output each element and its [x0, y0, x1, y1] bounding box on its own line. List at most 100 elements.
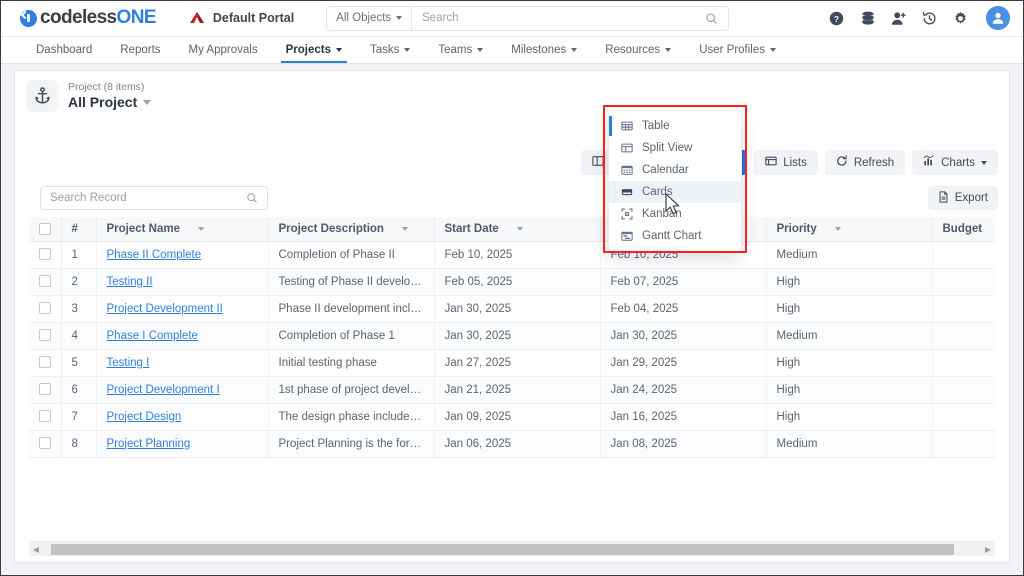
project-name-link[interactable]: Testing II: [107, 276, 153, 288]
menu-item-split-view[interactable]: Split View: [609, 137, 741, 159]
project-name-link[interactable]: Project Development II: [107, 303, 223, 315]
cell-project-name[interactable]: Phase I Complete: [96, 322, 269, 350]
project-name-link[interactable]: Project Design: [107, 411, 182, 423]
add-user-icon[interactable]: [890, 10, 907, 27]
search-input[interactable]: [412, 12, 706, 24]
table-row[interactable]: 1 Phase II Complete Completion of Phase …: [29, 241, 995, 269]
row-checkbox[interactable]: [38, 275, 51, 288]
search-icon[interactable]: [246, 192, 267, 204]
nav-item-resources[interactable]: Resources: [591, 37, 685, 63]
scroll-right-arrow-icon[interactable]: ▶: [981, 545, 995, 554]
nav-label: Resources: [605, 44, 661, 56]
scrollbar-thumb[interactable]: [51, 543, 954, 555]
global-search: All Objects: [326, 5, 730, 31]
project-name-link[interactable]: Phase II Complete: [107, 249, 202, 261]
nav-item-teams[interactable]: Teams: [424, 37, 497, 63]
nav-item-dashboard[interactable]: Dashboard: [22, 37, 106, 63]
menu-item-table[interactable]: Table: [609, 115, 741, 137]
row-select-cell[interactable]: [29, 403, 62, 431]
cell-project-name[interactable]: Project Planning: [96, 430, 269, 458]
cell-project-name[interactable]: Phase II Complete: [96, 241, 269, 269]
row-checkbox[interactable]: [38, 383, 51, 396]
sort-caret-icon[interactable]: [516, 226, 523, 231]
table-row[interactable]: 8 Project Planning Project Planning is t…: [29, 430, 995, 458]
row-select-cell[interactable]: [29, 295, 62, 323]
project-name-link[interactable]: Project Development I: [107, 384, 220, 396]
cell-project-name[interactable]: Project Development I: [96, 376, 269, 404]
project-name-link[interactable]: Project Planning: [107, 438, 191, 450]
menu-item-gantt-chart[interactable]: Gantt Chart: [609, 225, 741, 247]
col-label: Project Name: [106, 222, 181, 235]
cell-end-date: Jan 08, 2025: [600, 430, 767, 458]
col-header-project-name[interactable]: Project Name: [96, 217, 269, 242]
row-select-cell[interactable]: [29, 349, 62, 377]
row-checkbox[interactable]: [38, 329, 51, 342]
portal-name: Default Portal: [212, 11, 295, 25]
search-icon[interactable]: [705, 12, 728, 25]
help-icon[interactable]: ?: [828, 10, 845, 27]
view-title-block: Project (8 items) All Project: [15, 71, 1009, 112]
lists-button[interactable]: Lists: [754, 150, 818, 175]
col-header-budget[interactable]: Budget: [932, 217, 995, 242]
scroll-left-arrow-icon[interactable]: ◀: [29, 545, 43, 554]
menu-item-calendar[interactable]: Calendar: [609, 159, 741, 181]
brand-logo[interactable]: codelessONE: [20, 7, 157, 29]
nav-item-projects[interactable]: Projects: [272, 37, 356, 63]
view-title[interactable]: All Project: [68, 94, 152, 111]
cell-project-name[interactable]: Testing I: [96, 349, 269, 377]
row-select-cell[interactable]: [29, 268, 62, 296]
row-checkbox[interactable]: [38, 437, 51, 450]
export-button[interactable]: Export: [927, 186, 998, 210]
cell-project-name[interactable]: Project Design: [96, 403, 269, 431]
col-header-start-date[interactable]: Start Date: [434, 217, 601, 242]
cell-budget: [932, 268, 995, 296]
project-name-link[interactable]: Phase I Complete: [107, 330, 198, 342]
nav-item-milestones[interactable]: Milestones: [497, 37, 591, 63]
cell-project-name[interactable]: Project Development II: [96, 295, 269, 323]
table-row[interactable]: 3 Project Development II Phase II develo…: [29, 295, 995, 323]
search-record-input[interactable]: [41, 192, 246, 204]
export-label: Export: [954, 192, 988, 204]
nav-item-reports[interactable]: Reports: [106, 37, 174, 63]
history-icon[interactable]: [921, 10, 938, 27]
refresh-button[interactable]: Refresh: [824, 150, 906, 175]
horizontal-scrollbar[interactable]: ◀ ▶: [29, 541, 995, 556]
table-row[interactable]: 7 Project Design The design phase includ…: [29, 403, 995, 431]
cell-project-name[interactable]: Testing II: [96, 268, 269, 296]
col-label: Budget: [942, 222, 983, 235]
sort-caret-icon[interactable]: [834, 226, 841, 231]
records-table-container[interactable]: # Project Name Project Description Start…: [29, 217, 995, 528]
table-row[interactable]: 2 Testing II Testing of Phase II develop…: [29, 268, 995, 296]
brand-name-first: codeless: [40, 7, 117, 28]
row-checkbox[interactable]: [38, 302, 51, 315]
object-filter-select[interactable]: All Objects: [327, 6, 413, 30]
database-icon[interactable]: [859, 10, 876, 27]
row-select-cell[interactable]: [29, 376, 62, 404]
row-checkbox[interactable]: [38, 248, 51, 261]
cell-budget: [932, 349, 995, 377]
table-row[interactable]: 5 Testing I Initial testing phase Jan 27…: [29, 349, 995, 377]
sort-caret-icon[interactable]: [198, 226, 205, 231]
profile-avatar[interactable]: [986, 6, 1010, 30]
table-row[interactable]: 4 Phase I Complete Completion of Phase 1…: [29, 322, 995, 350]
row-select-cell[interactable]: [29, 241, 62, 269]
gear-icon[interactable]: [952, 10, 969, 27]
row-checkbox[interactable]: [38, 356, 51, 369]
project-name-link[interactable]: Testing I: [107, 357, 150, 369]
table-row[interactable]: 6 Project Development I 1st phase of pro…: [29, 376, 995, 404]
col-header-priority[interactable]: Priority: [766, 217, 933, 242]
sort-caret-icon[interactable]: [401, 226, 408, 231]
scrollbar-track[interactable]: [43, 542, 981, 557]
nav-item-my-approvals[interactable]: My Approvals: [175, 37, 272, 63]
portal-selector[interactable]: Default Portal: [188, 11, 294, 26]
select-all-checkbox[interactable]: [38, 222, 51, 235]
row-select-cell[interactable]: [29, 430, 62, 458]
nav-item-user-profiles[interactable]: User Profiles: [685, 37, 790, 63]
select-all-header[interactable]: [29, 217, 62, 242]
row-checkbox[interactable]: [38, 410, 51, 423]
row-select-cell[interactable]: [29, 322, 62, 350]
top-bar: codelessONE Default Portal All Objects ?: [0, 0, 1024, 37]
charts-button[interactable]: Charts: [912, 150, 998, 175]
nav-item-tasks[interactable]: Tasks: [356, 37, 424, 63]
col-header-project-description[interactable]: Project Description: [268, 217, 435, 242]
